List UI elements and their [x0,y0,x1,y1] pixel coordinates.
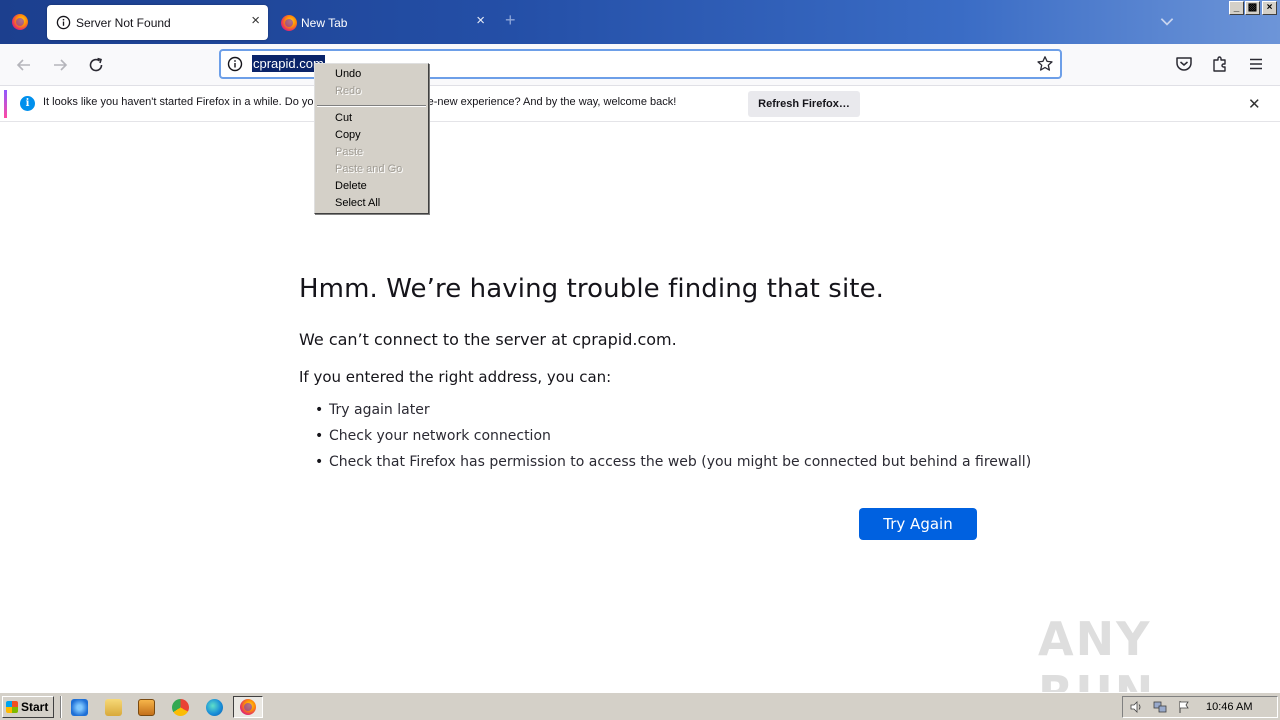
reload-icon[interactable] [85,54,107,76]
explorer-icon[interactable] [105,699,122,716]
taskbar: Start 10:46 AM [0,692,1280,720]
menu-item-select-all[interactable]: Select All [335,197,380,209]
tab-strip: Server Not Found × New Tab × + _ ▩ × [0,0,1280,44]
close-window-button[interactable]: × [1262,1,1277,15]
pocket-icon[interactable] [1174,54,1194,74]
extensions-puzzle-icon[interactable] [1210,54,1230,74]
info-icon [56,15,71,30]
system-tray: 10:46 AM [1122,696,1278,718]
taskbar-firefox-button[interactable] [233,696,263,718]
menu-item-undo[interactable]: Undo [335,68,361,80]
error-subheading: If you entered the right address, you ca… [299,368,612,386]
menu-item-paste: Paste [335,146,364,158]
tab-title: New Tab [301,16,348,30]
tab-title: Server Not Found [76,16,171,30]
menu-item-copy[interactable]: Copy [335,129,361,141]
try-again-button[interactable]: Try Again [859,508,977,540]
suggestion-list: Try again later Check your network conne… [315,402,1031,480]
menu-item-delete[interactable]: Delete [335,180,367,192]
ie-icon[interactable] [71,699,88,716]
list-item: Check that Firefox has permission to acc… [315,454,1031,480]
close-icon[interactable]: ✕ [1248,95,1261,113]
forward-arrow-icon[interactable] [49,54,71,76]
media-player-icon[interactable] [138,699,155,716]
back-arrow-icon[interactable] [13,54,35,76]
firefox-icon [281,15,297,31]
hamburger-menu-icon[interactable] [1246,54,1266,74]
error-description: We can’t connect to the server at cprapi… [299,330,677,349]
close-tab-icon[interactable]: × [476,12,485,29]
start-button[interactable]: Start [2,696,54,718]
windows-logo-icon [6,701,18,713]
chrome-icon[interactable] [172,699,189,716]
flag-icon[interactable] [1177,700,1191,714]
refresh-firefox-button[interactable]: Refresh Firefox… [748,91,860,117]
list-item: Check your network connection [315,428,1031,454]
taskbar-separator [60,696,62,718]
tab-server-not-found[interactable]: Server Not Found × [47,5,268,40]
notification-bar: i It looks like you haven't started Fire… [0,86,1280,122]
network-icon[interactable] [1153,700,1167,714]
notification-accent [4,90,7,118]
navigation-toolbar: cprapid.com [0,44,1280,86]
firefox-icon[interactable] [12,14,28,30]
info-icon: i [20,96,35,111]
list-item: Try again later [315,402,1031,428]
context-menu: Undo Redo Cut Copy Paste Paste and Go De… [314,63,429,214]
page-title: Hmm. We’re having trouble finding that s… [299,274,885,304]
restore-button[interactable]: ▩ [1245,1,1260,15]
speaker-icon[interactable] [1129,700,1143,714]
menu-separator [317,105,426,107]
chevron-down-icon[interactable] [1158,12,1176,30]
new-tab-plus-icon[interactable]: + [505,10,516,31]
firefox-icon [240,699,256,715]
star-icon[interactable] [1036,55,1054,73]
minimize-button[interactable]: _ [1229,1,1244,15]
site-info-icon[interactable] [227,56,243,72]
menu-item-cut[interactable]: Cut [335,112,352,124]
tab-new-tab[interactable]: New Tab × [272,5,493,40]
menu-item-paste-and-go: Paste and Go [335,163,403,175]
close-tab-icon[interactable]: × [251,12,260,29]
clock: 10:46 AM [1206,701,1253,713]
menu-item-redo: Redo [335,85,362,97]
edge-icon[interactable] [206,699,223,716]
